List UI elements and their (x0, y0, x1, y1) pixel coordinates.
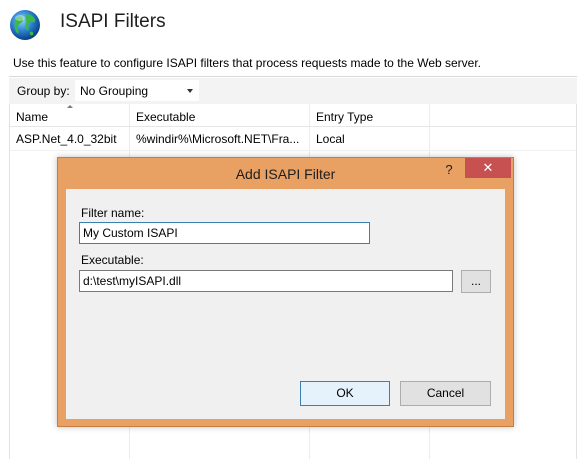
sort-ascending-icon (67, 105, 73, 108)
group-by-dropdown[interactable]: No Grouping (75, 80, 199, 101)
divider (9, 76, 577, 77)
ok-button[interactable]: OK (300, 381, 390, 406)
group-by-toolbar: Group by: No Grouping (9, 78, 577, 105)
browse-button[interactable]: ... (461, 270, 491, 293)
chevron-down-icon (187, 89, 193, 93)
executable-input[interactable]: d:\test\myISAPI.dll (79, 270, 453, 292)
cancel-button[interactable]: Cancel (400, 381, 491, 406)
cell-name: ASP.Net_4.0_32bit (16, 132, 117, 146)
filter-name-label: Filter name: (81, 206, 145, 220)
close-button[interactable]: ✕ (465, 158, 511, 178)
help-button[interactable]: ? (438, 160, 460, 180)
page-title: ISAPI Filters (60, 11, 166, 32)
globe-icon (10, 10, 40, 40)
column-header-name[interactable]: Name (16, 110, 48, 124)
column-header-executable[interactable]: Executable (136, 110, 195, 124)
filter-name-input[interactable]: My Custom ISAPI (79, 222, 370, 244)
dialog-body: Filter name: My Custom ISAPI Executable:… (66, 189, 505, 419)
group-by-value: No Grouping (80, 84, 149, 98)
group-by-label: Group by: (17, 84, 70, 98)
column-header-entry-type[interactable]: Entry Type (316, 110, 373, 124)
cell-entry-type: Local (316, 132, 345, 146)
row-separator (10, 150, 576, 151)
feature-description: Use this feature to configure ISAPI filt… (13, 56, 482, 70)
cell-executable: %windir%\Microsoft.NET\Fra... (136, 132, 300, 146)
add-isapi-filter-dialog[interactable]: Add ISAPI Filter ? ✕ Filter name: My Cus… (57, 157, 514, 427)
iis-manager-feature-page: ISAPI Filters Use this feature to config… (0, 0, 586, 467)
header-separator (10, 126, 576, 127)
executable-label: Executable: (81, 253, 144, 267)
